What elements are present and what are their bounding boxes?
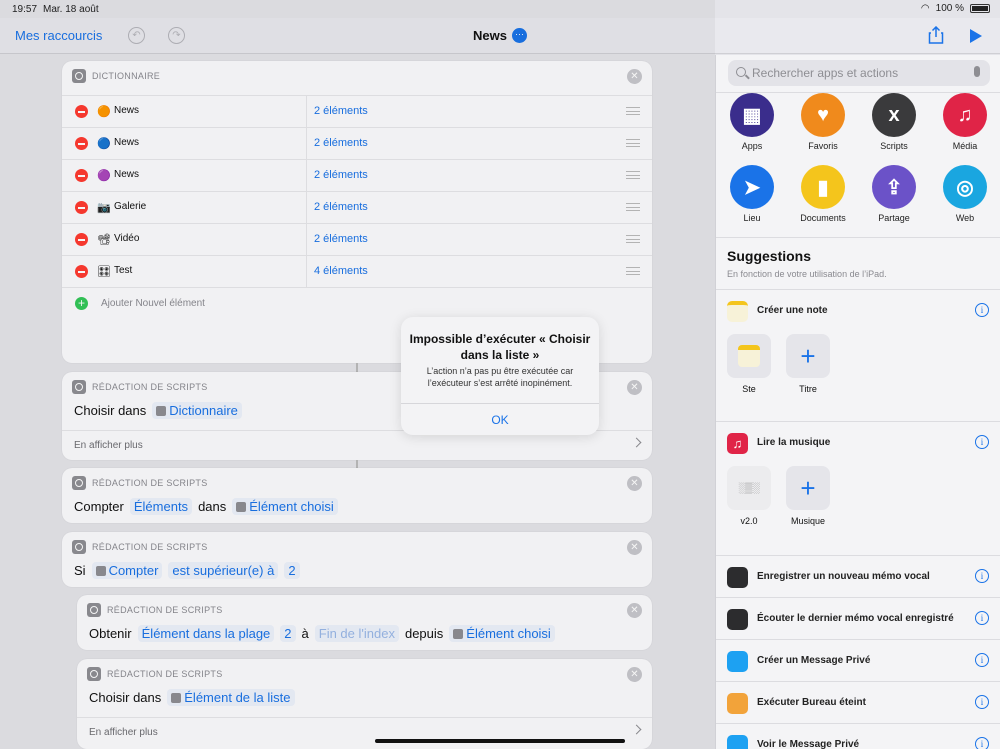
suggestion-row[interactable]: Enregistrer un nouveau mémo vocal i [716,555,1000,597]
suggestion-row[interactable]: Exécuter Bureau éteint i [716,681,1000,723]
category-icon: ▦ [730,93,774,137]
tile-label: Titre [799,384,817,394]
category-label: Partage [878,213,910,223]
plus-icon: + [786,466,830,510]
info-icon[interactable]: i [975,435,989,449]
app-icon [727,735,748,749]
info-icon[interactable]: i [975,653,989,667]
category-média[interactable]: ♫ Média [935,93,995,151]
suggestion-row[interactable]: Créer un Message Privé i [716,639,1000,681]
suggestion-create-note[interactable]: Créer une note i [716,289,1000,331]
alert-message: L’action n’a pas pu être exécutée car l’… [426,366,574,388]
alert-ok-button[interactable]: OK [401,403,599,435]
note-tile-titre[interactable]: + Titre [786,334,830,394]
note-tile-ste[interactable]: Ste [727,334,771,394]
category-favoris[interactable]: ♥ Favoris [793,93,853,151]
info-icon[interactable]: i [975,611,989,625]
album-art: ░▒░ [727,466,771,510]
search-icon [736,67,746,77]
suggestion-row[interactable]: Voir le Message Privé i [716,723,1000,749]
category-label: Média [952,141,978,151]
category-label: Apps [741,141,763,151]
tile-label: v2.0 [740,516,758,526]
suggestion-label: Écouter le dernier mémo vocal enregistré [757,613,954,624]
category-web[interactable]: ◎ Web [935,165,995,223]
category-icon: ▮ [801,165,845,209]
category-scripts[interactable]: x Scripts [864,93,924,151]
share-icon[interactable] [928,26,944,44]
suggestion-label: Enregistrer un nouveau mémo vocal [757,571,930,582]
suggestion-label: Créer une note [757,305,828,316]
error-alert: Impossible d’exécuter « Choisir dans la … [401,317,599,435]
suggestion-label: Exécuter Bureau éteint [757,697,866,708]
app-icon [727,651,748,672]
tile-label: Ste [742,384,756,394]
status-right: ◠ 100 % [921,3,990,14]
category-documents[interactable]: ▮ Documents [793,165,853,223]
alert-title: Impossible d’exécuter « Choisir dans la … [409,332,591,362]
notes-icon [727,334,771,378]
info-icon[interactable]: i [975,695,989,709]
info-icon[interactable]: i [975,303,989,317]
divider [716,237,1000,238]
tile-label: Musique [790,516,826,526]
category-icon: ♥ [801,93,845,137]
suggestion-label: Voir le Message Privé [757,739,860,749]
app-icon [727,609,748,630]
info-icon[interactable]: i [975,737,989,749]
actions-sidebar: Rechercher apps et actions ▦ Apps ♥ Favoris… [715,55,1000,749]
category-label: Lieu [743,213,761,223]
home-indicator [375,739,625,743]
app-icon [727,693,748,714]
info-icon[interactable]: i [975,569,989,583]
suggestions-subtitle: En fonction de votre utilisation de l’iP… [727,269,887,279]
category-label: Web [955,213,975,223]
music-tile-v2[interactable]: ░▒░ v2.0 [727,466,771,526]
category-lieu[interactable]: ➤ Lieu [722,165,782,223]
suggestion-play-music[interactable]: ♫ Lire la musique i [716,421,1000,463]
category-label: Scripts [880,141,908,151]
app-icon [727,567,748,588]
alert-dim-overlay [0,0,715,749]
run-shortcut-button[interactable] [970,29,982,43]
category-icon: ◎ [943,165,987,209]
wifi-icon: ◠ [920,3,930,14]
category-icon: ⇪ [872,165,916,209]
category-icon: ➤ [730,165,774,209]
category-label: Favoris [808,141,838,151]
suggestion-label: Lire la musique [757,437,831,448]
suggestion-row[interactable]: Écouter le dernier mémo vocal enregistré… [716,597,1000,639]
battery-icon [970,4,990,13]
microphone-icon[interactable] [974,66,980,77]
category-label: Documents [800,213,846,223]
plus-icon: + [786,334,830,378]
suggestions-title: Suggestions [727,248,812,264]
search-bar[interactable]: Rechercher apps et actions [728,60,990,86]
category-apps[interactable]: ▦ Apps [722,93,782,151]
battery-percent: 100 % [935,3,964,14]
suggestion-label: Créer un Message Privé [757,655,871,666]
notes-icon [727,301,748,322]
music-tile-musique[interactable]: + Musique [786,466,830,526]
category-icon: ♫ [943,93,987,137]
search-input[interactable]: Rechercher apps et actions [752,66,898,80]
category-partage[interactable]: ⇪ Partage [864,165,924,223]
category-icon: x [872,93,916,137]
music-icon: ♫ [727,433,748,454]
